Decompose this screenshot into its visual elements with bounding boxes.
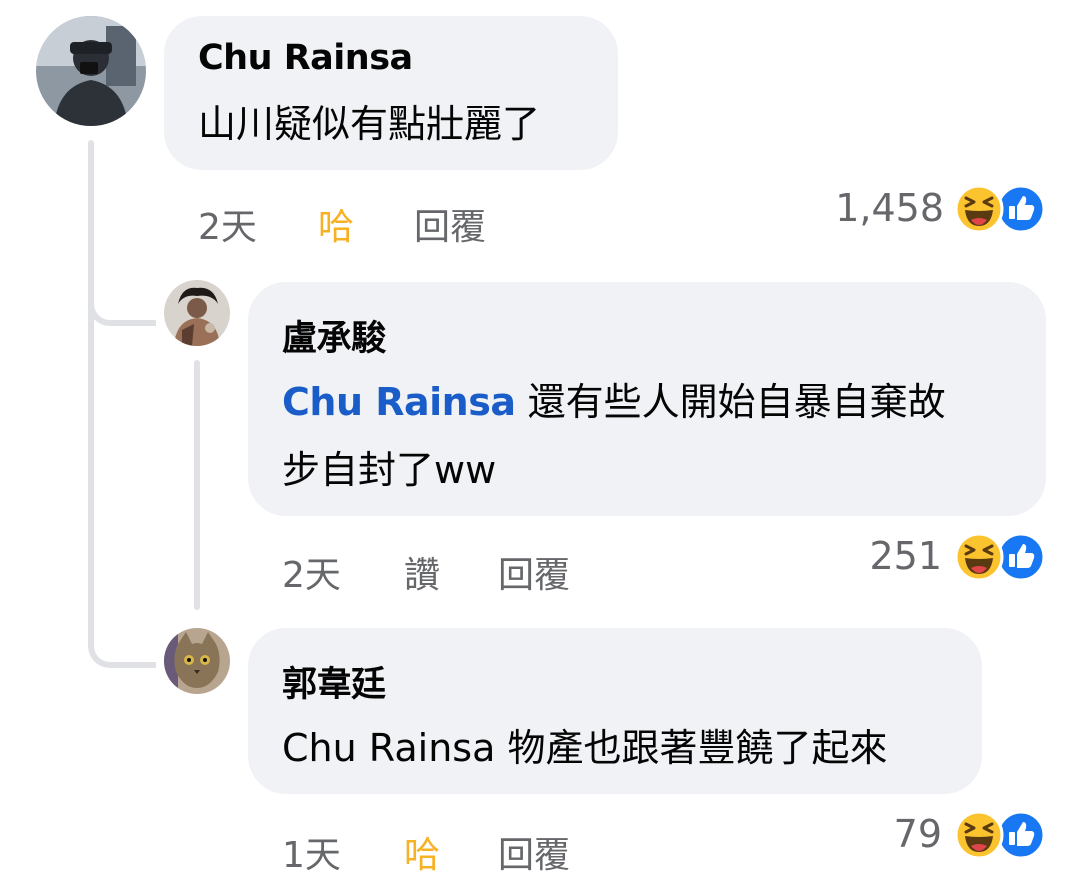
reply-button[interactable]: 回覆 <box>498 546 570 598</box>
reaction-count[interactable]: 1,458 <box>800 186 944 230</box>
mention-link[interactable]: Chu Rainsa <box>282 380 516 424</box>
comment-bubble[interactable]: 盧承駿 Chu Rainsa 還有些人開始自暴自棄故 步自封了ww <box>248 282 1046 516</box>
reply-button[interactable]: 回覆 <box>498 826 570 878</box>
comment-timestamp[interactable]: 2天 <box>282 546 341 598</box>
avatar-guo-wei-ting[interactable] <box>164 628 230 694</box>
comment-author[interactable]: 郭韋廷 <box>282 656 386 707</box>
avatar-photo <box>164 280 230 346</box>
haha-icon <box>954 184 1004 234</box>
like-button[interactable]: 讚 <box>404 546 440 598</box>
thread-branch-reply-1 <box>88 280 156 326</box>
comment-timestamp[interactable]: 1天 <box>282 826 341 878</box>
thread-branch-reply-2 <box>88 620 156 668</box>
avatar-chu-rainsa[interactable] <box>36 16 146 126</box>
mention-link[interactable]: Chu Rainsa <box>282 726 495 770</box>
haha-icon <box>954 532 1004 582</box>
avatar-photo <box>164 628 230 694</box>
comment-author[interactable]: 盧承駿 <box>282 310 386 361</box>
comment-bubble[interactable]: Chu Rainsa 山川疑似有點壯麗了 <box>164 16 618 170</box>
avatar-lu-cheng-jun[interactable] <box>164 280 230 346</box>
comment-timestamp[interactable]: 2天 <box>198 198 257 250</box>
reaction-icons[interactable] <box>954 184 1046 234</box>
react-button[interactable]: 哈 <box>318 198 354 250</box>
avatar-photo <box>36 16 146 126</box>
react-button[interactable]: 哈 <box>404 826 440 878</box>
reaction-icons[interactable] <box>954 532 1046 582</box>
reaction-icons[interactable] <box>954 810 1046 860</box>
comment-text-line: Chu Rainsa 物產也跟著豐饒了起來 <box>282 716 887 780</box>
comment-author[interactable]: Chu Rainsa <box>198 38 413 78</box>
reply-button[interactable]: 回覆 <box>414 198 486 250</box>
comment-text-line-2: 步自封了ww <box>282 448 497 492</box>
haha-icon <box>954 810 1004 860</box>
comment-bubble[interactable]: 郭韋廷 Chu Rainsa 物產也跟著豐饒了起來 <box>248 628 982 794</box>
reaction-count[interactable]: 251 <box>800 534 942 578</box>
comment-text: 山川疑似有點壯麗了 <box>198 102 541 146</box>
thread-line-reply-1 <box>194 360 200 610</box>
comment-text: 還有些人開始自暴自棄故 <box>527 380 946 424</box>
comment-text: 物產也跟著豐饒了起來 <box>507 726 888 770</box>
reaction-count[interactable]: 79 <box>800 812 942 856</box>
comment-text-line-1: Chu Rainsa 還有些人開始自暴自棄故 <box>282 370 946 434</box>
thread-line-to-reply-2 <box>88 310 94 630</box>
